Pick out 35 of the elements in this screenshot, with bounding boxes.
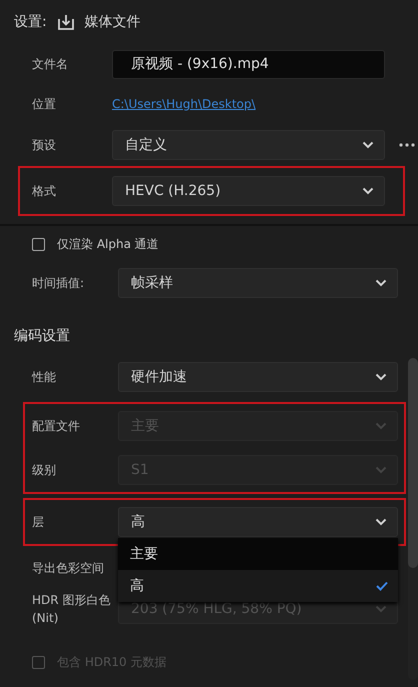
dropdown[interactable]: 硬件加速 [118, 362, 398, 392]
scrollbar[interactable] [408, 358, 418, 680]
file-name-field[interactable]: 原视频 - (9x16).mp4 [112, 50, 385, 78]
checkbox[interactable] [32, 238, 45, 250]
dropdown[interactable]: 自定义 [112, 130, 385, 160]
menu-item[interactable]: 主要 [118, 538, 398, 570]
location-link[interactable]: C:\Users\Hugh\Desktop\ [112, 95, 256, 113]
chevron-icon [375, 279, 387, 287]
chevron-icon [375, 422, 387, 430]
chevron-icon [362, 187, 374, 195]
chevron-icon [362, 141, 374, 149]
dropdown[interactable]: 帧采样 [118, 268, 398, 298]
section-title: 编码设置 [14, 326, 70, 346]
chevron-icon [375, 518, 387, 526]
chevron-icon [375, 466, 387, 474]
chevron-icon [375, 605, 387, 613]
field-label: 级别 [32, 462, 57, 479]
download-icon [56, 13, 75, 31]
more-icon[interactable] [399, 143, 415, 147]
field-label: 性能 [32, 369, 57, 386]
checkbox-label: 仅渲染 Alpha 通道 [57, 236, 159, 253]
dropdown[interactable]: HEVC (H.265) [112, 176, 385, 206]
settings-title: 媒体文件 [84, 12, 141, 32]
field-label: 位置 [32, 96, 57, 113]
field-label: HDR 图形白色 (Nit) [32, 592, 112, 627]
field-label: 格式 [32, 183, 57, 200]
field-label: 配置文件 [32, 418, 81, 435]
field-label: 层 [32, 514, 45, 531]
chevron-icon [375, 373, 387, 381]
field-label: 文件名 [32, 56, 69, 73]
field-label: 导出色彩空间 [32, 560, 105, 577]
check-icon [376, 581, 388, 591]
field-label: 预设 [32, 137, 57, 154]
field-label: 时间插值: [32, 275, 86, 292]
settings-label: 设置: [14, 12, 47, 32]
